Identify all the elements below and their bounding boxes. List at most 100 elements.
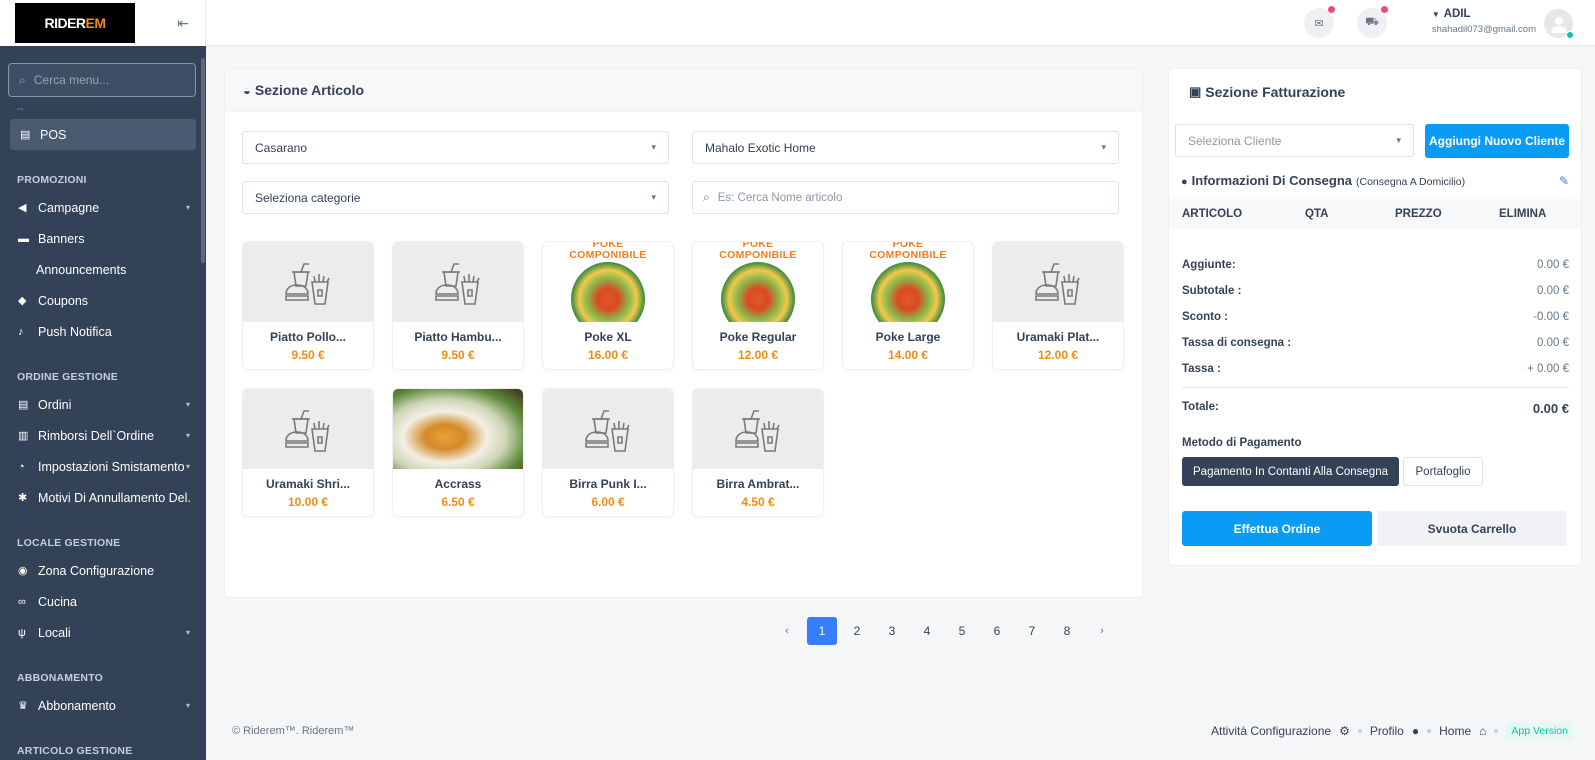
sidebar-item-campagne[interactable]: ◀ Campagne ▾ <box>0 192 206 223</box>
edit-pencil-icon[interactable]: ✎ <box>1559 174 1569 188</box>
articolo-header: ◒ Sezione Articolo <box>225 69 1142 112</box>
client-select[interactable]: Seleziona Cliente ▾ <box>1175 124 1414 157</box>
logo-text: RIDER <box>44 15 86 31</box>
col-elimina: ELIMINA <box>1499 208 1547 220</box>
product-card[interactable]: Piatto Hambu... 9.50 € <box>392 241 524 370</box>
home-icon[interactable]: ⌂ <box>1479 724 1486 738</box>
messages-button[interactable]: ✉ <box>1304 6 1335 38</box>
product-image: POKE COMPONIBILE <box>543 242 673 322</box>
sidebar-search[interactable]: ⌕ <box>8 63 196 97</box>
article-search-input[interactable] <box>717 191 1098 204</box>
page-button[interactable]: 8 <box>1052 617 1082 645</box>
product-card[interactable]: Birra Punk I... 6.00 € <box>542 388 674 517</box>
sidebar-item-label: Locali <box>38 625 71 640</box>
col-prezzo: PREZZO <box>1395 208 1442 220</box>
fastfood-placeholder-icon <box>585 410 630 452</box>
page-button[interactable]: 4 <box>912 617 942 645</box>
collapse-sidebar-icon[interactable]: ⇤ <box>177 15 189 32</box>
product-card[interactable]: POKE COMPONIBILE Poke Large 14.00 € <box>842 241 974 370</box>
sidebar-item-banners[interactable]: ▬ Banners <box>0 223 206 254</box>
topbar: ✉ ⛟ ▼ ADIL shahadil073@gmail.com <box>206 0 1595 46</box>
product-card[interactable]: POKE COMPONIBILE Poke Regular 12.00 € <box>692 241 824 370</box>
receipt-icon: ▤ <box>20 129 31 141</box>
sidebar-item-motivi[interactable]: ✱ Motivi Di Annullamento Del... <box>0 482 206 513</box>
place-order-button[interactable]: Effettua Ordine <box>1182 511 1372 546</box>
footer-profile-link[interactable]: Profilo <box>1370 724 1404 738</box>
sidebar-item-impostazioni[interactable]: ◔ Impostazioni Smistamento ▾ <box>0 451 206 482</box>
divider <box>1182 387 1569 388</box>
sidebar-search-input[interactable] <box>33 73 174 87</box>
separator-dot <box>1357 729 1362 733</box>
product-price: 14.00 € <box>887 348 929 362</box>
fatturazione-header: ▣ Sezione Fatturazione <box>1169 69 1581 115</box>
product-card[interactable]: Accrass 6.50 € <box>392 388 524 517</box>
summary-label: Aggiunte: <box>1182 259 1236 271</box>
page-button[interactable]: 1 <box>807 617 837 645</box>
poke-line2: COMPONIBILE <box>869 249 947 261</box>
product-card[interactable]: Birra Ambrat... 4.50 € <box>692 388 824 517</box>
pay-cash-button[interactable]: Pagamento In Contanti Alla Consegna <box>1182 457 1399 486</box>
footer-settings-link[interactable]: Attività Configurazione <box>1211 724 1331 738</box>
payment-method-title: Metodo di Pagamento <box>1182 437 1302 449</box>
city-select[interactable]: Casarano ▾ <box>242 131 669 164</box>
sidebar-item-ordini[interactable]: ▤ Ordini ▾ <box>0 389 206 420</box>
tag-icon: ◆ <box>18 295 27 307</box>
sidebar-scrollbar[interactable] <box>201 58 205 263</box>
dispatch-icon: ◔ <box>18 460 25 473</box>
product-card[interactable]: Uramaki Plat... 12.00 € <box>992 241 1124 370</box>
product-price: 9.50 € <box>441 348 475 362</box>
gear-icon[interactable]: ⚙ <box>1339 724 1350 738</box>
product-price: 12.00 € <box>1037 348 1079 362</box>
product-card[interactable]: Uramaki Shri... 10.00 € <box>242 388 374 517</box>
money-icon: ▣ <box>1189 84 1202 99</box>
delivery-info: ● Informazioni Di Consegna (Consegna A D… <box>1181 173 1569 188</box>
sidebar-item-abbonamento[interactable]: ♛ Abbonamento ▾ <box>0 690 206 721</box>
chevron-down-icon: ▾ <box>1396 135 1401 145</box>
sidebar-item-coupons[interactable]: ◆ Coupons <box>0 285 206 316</box>
user-menu[interactable]: ▼ ADIL shahadil073@gmail.com <box>1431 8 1574 39</box>
article-search[interactable]: ⌕ <box>692 181 1119 214</box>
col-articolo: ARTICOLO <box>1182 208 1243 220</box>
add-client-button[interactable]: Aggiungi Nuovo Cliente <box>1425 124 1569 158</box>
summary-row: Tassa di consegna : 0.00 € <box>1182 337 1569 349</box>
poke-bowl-image <box>871 262 945 322</box>
poke-image-text: POKE COMPONIBILE <box>843 242 973 261</box>
product-price: 12.00 € <box>737 348 779 362</box>
sidebar-item-announcements[interactable]: Announcements <box>0 254 206 285</box>
summary-label: Tassa : <box>1182 363 1221 375</box>
pay-wallet-button[interactable]: Portafoglio <box>1403 457 1483 486</box>
logo[interactable]: RIDER EM <box>15 3 135 43</box>
sidebar-item-cucina[interactable]: ∞ Cucina <box>0 586 206 617</box>
avatar[interactable] <box>1544 9 1574 39</box>
page-button[interactable]: 5 <box>947 617 977 645</box>
page-button[interactable]: 3 <box>877 617 907 645</box>
empty-cart-button[interactable]: Svuota Carrello <box>1377 511 1567 546</box>
next-page-button[interactable]: › <box>1087 617 1117 645</box>
megaphone-icon: ◀ <box>18 202 27 214</box>
poke-image-text: POKE COMPONIBILE <box>543 242 673 261</box>
user-email: shahadil073@gmail.com <box>1431 24 1536 35</box>
user-icon[interactable]: ● <box>1412 724 1419 738</box>
chevron-down-icon: ▾ <box>185 701 190 710</box>
sidebar-item-label: Banners <box>38 231 85 246</box>
sidebar-item-label: Zona Configurazione <box>38 563 155 578</box>
sidebar-item-zona[interactable]: ◉ Zona Configurazione <box>0 555 206 586</box>
product-card[interactable]: Piatto Pollo... 9.50 € <box>242 241 374 370</box>
page-button[interactable]: 6 <box>982 617 1012 645</box>
category-select[interactable]: Seleziona categorie ▾ <box>242 181 669 214</box>
cart-button[interactable]: ⛟ <box>1357 6 1388 38</box>
product-card[interactable]: POKE COMPONIBILE Poke XL 16.00 € <box>542 241 674 370</box>
poke-line2: COMPONIBILE <box>569 249 647 261</box>
sidebar-item-pos[interactable]: ▤ POS <box>10 119 196 150</box>
app-version-badge[interactable]: App Version <box>1506 722 1573 740</box>
store-select[interactable]: Mahalo Exotic Home ▾ <box>692 131 1119 164</box>
page-button[interactable]: 2 <box>842 617 872 645</box>
sidebar-item-locali[interactable]: ψ Locali ▾ <box>0 617 206 648</box>
sidebar-item-rimborsi[interactable]: ▥ Rimborsi Dell`Ordine ▾ <box>0 420 206 451</box>
prev-page-button[interactable]: ‹ <box>772 617 802 645</box>
page-button[interactable]: 7 <box>1017 617 1047 645</box>
footer-home-link[interactable]: Home <box>1439 724 1471 738</box>
product-name: Birra Punk I... <box>569 477 647 491</box>
sidebar-item-push[interactable]: ♪ Push Notifica <box>0 316 206 347</box>
caret-down-icon: ▼ <box>1431 10 1440 19</box>
